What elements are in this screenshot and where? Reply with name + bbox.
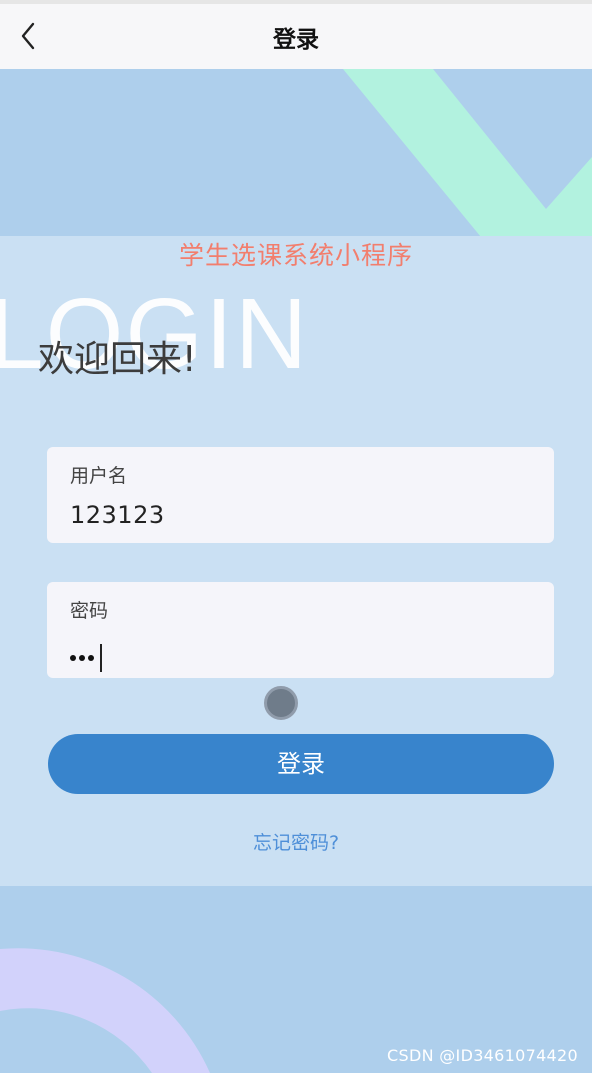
touch-cursor-indicator (264, 686, 298, 720)
password-label: 密码 (70, 600, 109, 622)
username-field[interactable]: 用户名 123123 (47, 447, 554, 543)
password-field[interactable]: 密码 (47, 582, 554, 678)
password-input[interactable] (70, 644, 102, 672)
app-title: 学生选课系统小程序 (178, 241, 413, 270)
purple-arc-shape (0, 948, 210, 1073)
text-caret (100, 644, 102, 672)
password-mask-dot (79, 655, 85, 661)
navigation-bar: 登录 (0, 0, 592, 69)
forgot-password-link[interactable]: 忘记密码? (0, 828, 592, 855)
password-mask-dot (88, 655, 94, 661)
password-mask-dot (70, 655, 76, 661)
login-button[interactable]: 登录 (48, 734, 554, 794)
username-label: 用户名 (70, 465, 128, 487)
nav-title: 登录 (273, 27, 319, 53)
username-input[interactable]: 123123 (70, 501, 165, 529)
watermark: CSDN @ID3461074420 (387, 1046, 578, 1065)
welcome-heading: 欢迎回来! (38, 339, 197, 380)
